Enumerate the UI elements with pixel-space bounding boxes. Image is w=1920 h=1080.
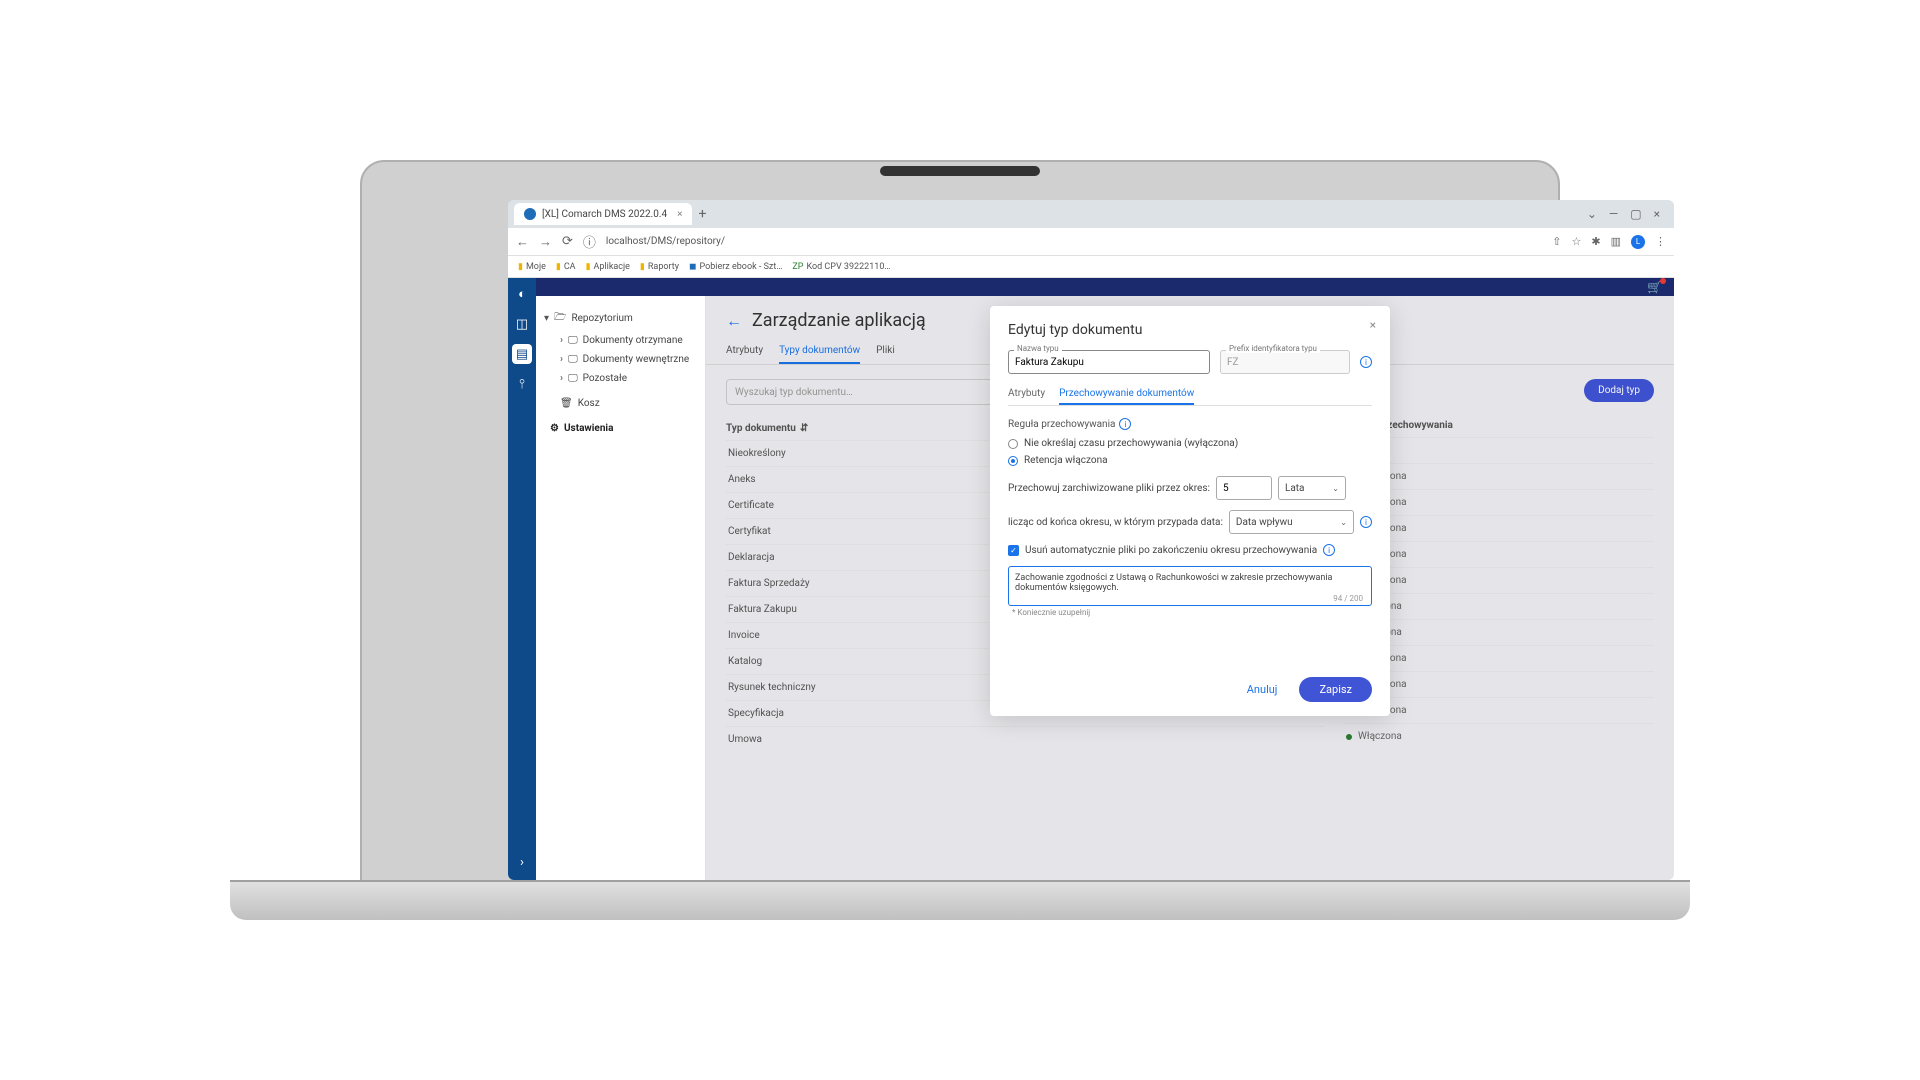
info-icon[interactable]: ⓘ (583, 232, 596, 251)
bookmark-item[interactable]: ▮Aplikacje (586, 262, 630, 272)
info-icon[interactable]: i (1119, 418, 1131, 430)
url-text[interactable]: localhost/DMS/repository/ (606, 236, 1542, 247)
tree-trash[interactable]: 🗑Kosz (542, 394, 699, 413)
radio-retention-off[interactable]: Nie określaj czasu przechowywania (wyłąc… (1008, 438, 1372, 449)
minimize-icon[interactable]: — (1609, 207, 1618, 221)
tree-root[interactable]: ▾🗁Repozytorium (542, 306, 699, 331)
close-icon[interactable]: × (677, 209, 682, 220)
bookmark-item[interactable]: ◼Pobierz ebook - Szt… (689, 262, 782, 272)
tree-item[interactable]: ›🖵Dokumenty otrzymane (542, 331, 699, 350)
radio-icon (1008, 456, 1018, 466)
avatar-icon[interactable]: L (1631, 235, 1645, 249)
new-tab-button[interactable]: + (698, 206, 706, 222)
tab-title: [XL] Comarch DMS 2022.0.4 (542, 209, 667, 220)
radio-retention-on[interactable]: Retencja włączona (1008, 455, 1372, 466)
radio-icon (1008, 439, 1018, 449)
notification-badge (1660, 278, 1666, 284)
info-icon[interactable]: i (1360, 356, 1372, 368)
count-from-label: licząc od końca okresu, w którym przypad… (1008, 517, 1223, 528)
list-icon[interactable]: ▥ (1611, 235, 1621, 248)
star-icon[interactable]: ☆ (1572, 235, 1582, 248)
char-counter: 94 / 200 (1333, 594, 1367, 603)
count-from-select[interactable]: Data wpływu⌄ (1229, 510, 1354, 534)
required-note: * Koniecznie uzupełnij (1008, 608, 1372, 617)
tree-item[interactable]: ›🖵Pozostałe (542, 369, 699, 388)
edit-document-type-modal: × Edytuj typ dokumentu Nazwa typu (990, 306, 1390, 716)
rule-section-label: Reguła przechowywania i (1008, 418, 1372, 430)
modal-overlay: × Edytuj typ dokumentu Nazwa typu (706, 296, 1674, 880)
store-period-label: Przechowuj zarchiwizowane pliki przez ok… (1008, 483, 1210, 494)
logo-icon[interactable]: ◐ (512, 284, 532, 304)
name-label: Nazwa typu (1014, 344, 1062, 353)
chart-icon[interactable]: ⫯ (512, 374, 532, 394)
browser-tab-strip: [XL] Comarch DMS 2022.0.4 × + ⌄ — ▢ × (508, 200, 1674, 228)
maximize-icon[interactable]: ▢ (1630, 207, 1641, 221)
app-sidebar: ◐ ◫ ▤ ⫯ › (508, 278, 536, 880)
document-icon[interactable]: ◫ (512, 314, 532, 334)
cancel-button[interactable]: Anuluj (1237, 677, 1288, 702)
save-button[interactable]: Zapisz (1299, 677, 1372, 702)
browser-tab[interactable]: [XL] Comarch DMS 2022.0.4 × (514, 203, 692, 225)
bookmark-item[interactable]: ▮Raporty (640, 262, 679, 272)
bookmark-bar: ▮Moje ▮CA ▮Aplikacje ▮Raporty ◼Pobierz e… (508, 256, 1674, 278)
info-icon[interactable]: i (1360, 516, 1372, 528)
forward-icon[interactable]: → (539, 234, 552, 250)
repository-icon[interactable]: ▤ (512, 344, 532, 364)
auto-delete-checkbox[interactable]: ✓ Usuń automatycznie pliki po zakończeni… (1008, 544, 1372, 556)
info-icon[interactable]: i (1323, 544, 1335, 556)
prefix-label: Prefix identyfikatora typu (1226, 344, 1320, 353)
url-bar: ← → ⟳ ⓘ localhost/DMS/repository/ ⇧ ☆ ✱ … (508, 228, 1674, 256)
prefix-input (1220, 350, 1350, 374)
period-value-input[interactable] (1216, 476, 1272, 500)
period-unit-select[interactable]: Lata⌄ (1278, 476, 1346, 500)
app-top-band: 🛒 (536, 278, 1674, 296)
bookmark-item[interactable]: ▮CA (556, 262, 576, 272)
favicon-icon (524, 208, 536, 220)
close-icon[interactable]: × (1370, 318, 1376, 332)
checkbox-icon: ✓ (1008, 545, 1019, 556)
bookmark-item[interactable]: ZPKod CPV 39222110… (792, 262, 890, 272)
extensions-icon[interactable]: ✱ (1591, 235, 1600, 248)
name-input[interactable] (1008, 350, 1210, 374)
back-icon[interactable]: ← (516, 234, 529, 250)
modal-tab-storage[interactable]: Przechowywanie dokumentów (1059, 384, 1194, 405)
description-textarea[interactable]: Zachowanie zgodności z Ustawą o Rachunko… (1008, 566, 1372, 606)
expand-icon[interactable]: › (512, 852, 532, 872)
tree-item[interactable]: ›🖵Dokumenty wewnętrzne (542, 350, 699, 369)
tree-settings[interactable]: ⚙Ustawienia (542, 419, 699, 438)
reload-icon[interactable]: ⟳ (562, 234, 573, 249)
share-icon[interactable]: ⇧ (1552, 235, 1561, 248)
bookmark-item[interactable]: ▮Moje (518, 262, 546, 272)
chevron-down-icon[interactable]: ⌄ (1587, 207, 1597, 221)
modal-tab-attributes[interactable]: Atrybuty (1008, 384, 1045, 405)
tree-panel: ▾🗁Repozytorium ›🖵Dokumenty otrzymane ›🖵D… (536, 296, 706, 880)
close-window-icon[interactable]: × (1654, 207, 1660, 221)
menu-icon[interactable]: ⋮ (1655, 235, 1666, 248)
modal-title: Edytuj typ dokumentu (1008, 322, 1372, 338)
